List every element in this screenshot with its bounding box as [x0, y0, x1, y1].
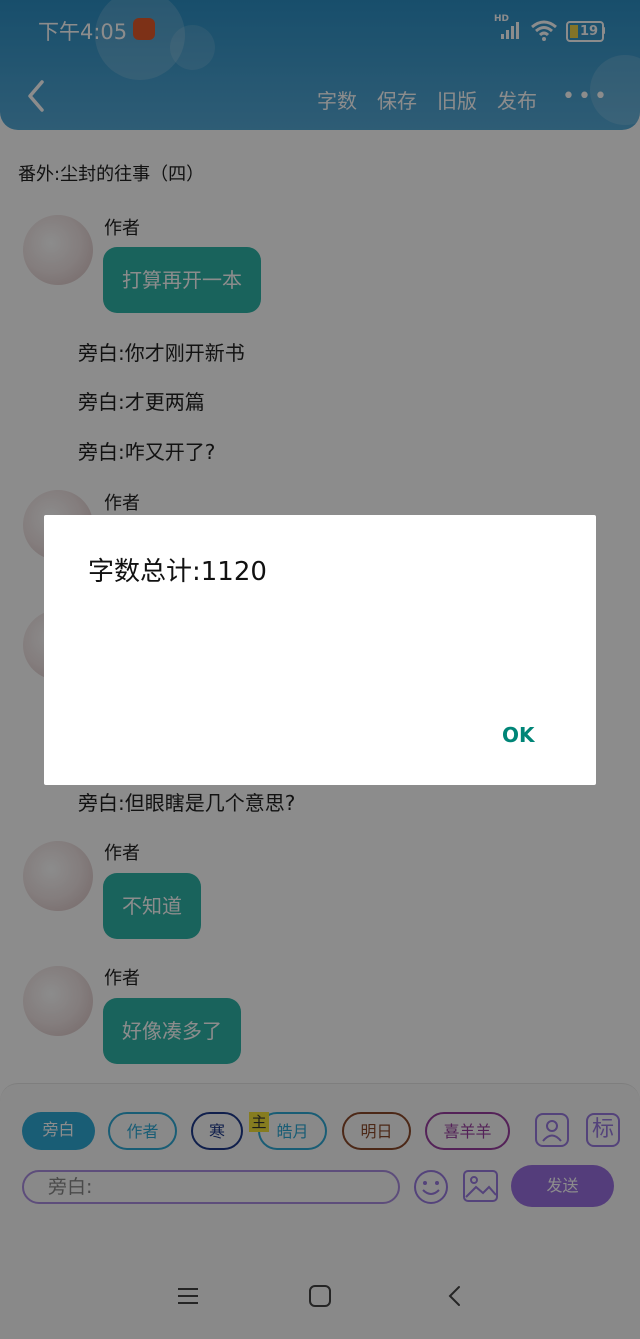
word-count-dialog: 字数总计:1120 OK — [44, 515, 596, 785]
ok-button[interactable]: OK — [502, 723, 535, 747]
dialog-title: 字数总计:1120 — [88, 557, 267, 587]
